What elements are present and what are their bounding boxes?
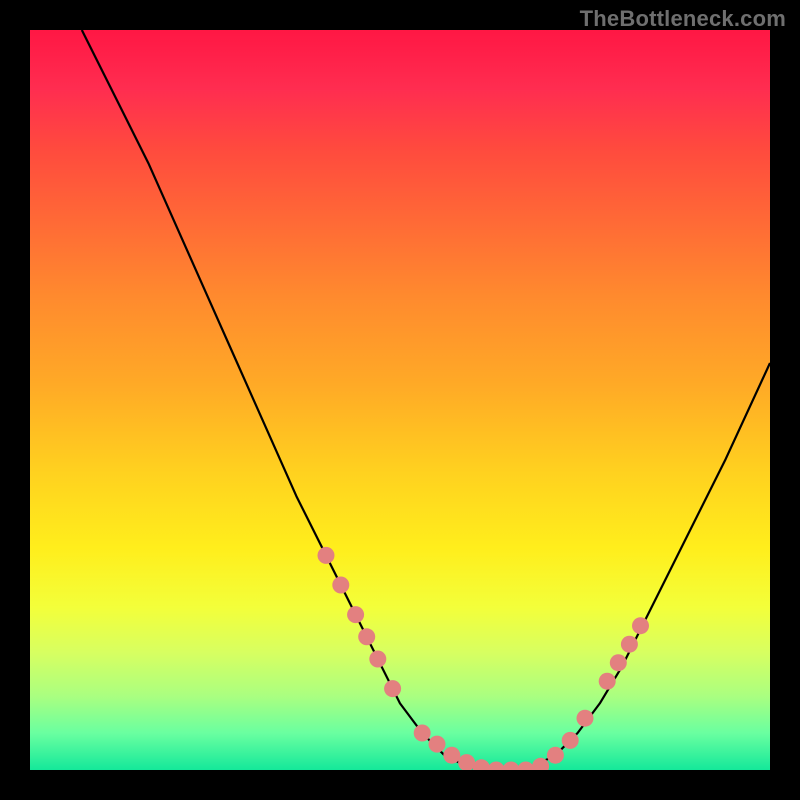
marker-dot <box>429 736 446 753</box>
marker-dot <box>577 710 594 727</box>
marker-dot <box>488 762 505 771</box>
marker-dot <box>318 547 335 564</box>
marker-dot <box>443 747 460 764</box>
chart-frame: TheBottleneck.com <box>0 0 800 800</box>
marker-dot <box>632 617 649 634</box>
marker-dot <box>610 654 627 671</box>
marker-dot <box>599 673 616 690</box>
marker-dot <box>414 725 431 742</box>
marker-dot <box>332 577 349 594</box>
marker-dot <box>347 606 364 623</box>
marker-dot <box>358 628 375 645</box>
curve-svg <box>30 30 770 770</box>
watermark-text: TheBottleneck.com <box>580 6 786 32</box>
plot-area <box>30 30 770 770</box>
marker-dot <box>562 732 579 749</box>
marker-dot <box>517 762 534 771</box>
marker-dot <box>621 636 638 653</box>
marker-dot <box>369 651 386 668</box>
marker-dot <box>473 759 490 770</box>
marker-dot <box>503 762 520 771</box>
marker-dot <box>547 747 564 764</box>
data-markers <box>318 547 650 770</box>
bottleneck-curve <box>82 30 770 770</box>
marker-dot <box>384 680 401 697</box>
marker-dot <box>458 754 475 770</box>
